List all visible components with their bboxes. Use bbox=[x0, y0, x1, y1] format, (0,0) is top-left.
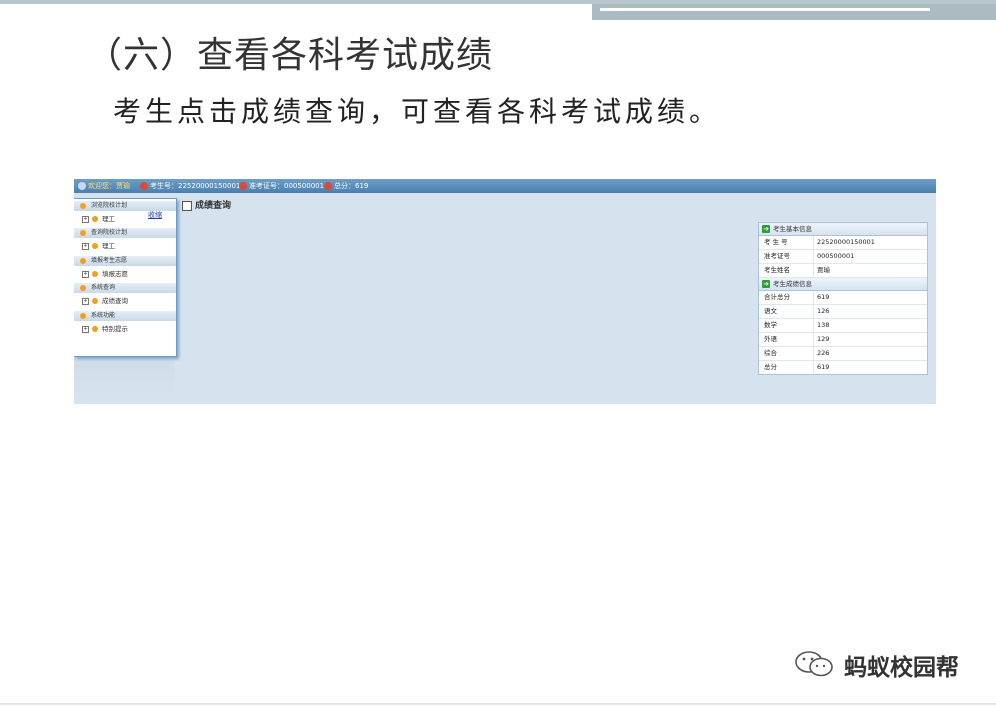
info-dot-icon bbox=[140, 182, 148, 190]
basic-info-title: 考生基本信息 bbox=[773, 225, 812, 233]
info-row: 考 生 号 22520000150001 bbox=[759, 236, 927, 250]
welcome-area: 欢迎您：贾瑜 bbox=[78, 179, 130, 193]
wechat-icon bbox=[795, 651, 833, 677]
sidebar-item-query-science[interactable]: + 理工 bbox=[74, 240, 176, 252]
arrow-right-icon: ➔ bbox=[762, 280, 770, 288]
score-info-panel: ➔ 考生基本信息 考 生 号 22520000150001 准考证号 00050000… bbox=[758, 222, 928, 375]
score-info-title: 考生成绩信息 bbox=[773, 280, 812, 288]
score-value: 138 bbox=[817, 321, 830, 329]
folder-icon bbox=[92, 298, 98, 304]
sidebar-group-label: 查询院校计划 bbox=[91, 229, 128, 236]
info-row: 准考证号 000500001 bbox=[759, 250, 927, 264]
score-value: 126 bbox=[817, 307, 830, 315]
score-value: 619 bbox=[817, 293, 830, 301]
sidebar-item-label: 填报志愿 bbox=[102, 270, 128, 278]
info-value: 22520000150001 bbox=[817, 238, 875, 246]
sidebar-group-label: 系统功能 bbox=[91, 312, 116, 319]
info-dot-icon bbox=[324, 182, 332, 190]
score-info-header: ➔ 考生成绩信息 bbox=[759, 278, 927, 291]
info-key: 准考证号 bbox=[764, 252, 790, 260]
total-score: 总分：619 bbox=[324, 179, 368, 193]
page-icon bbox=[182, 200, 192, 211]
sidebar-item-apply[interactable]: + 填报志愿 bbox=[74, 268, 176, 280]
bottom-divider bbox=[0, 703, 996, 705]
sidebar-item-label: 理工 bbox=[102, 215, 115, 223]
score-key: 总分 bbox=[764, 363, 777, 371]
score-row: 语文 126 bbox=[759, 305, 927, 319]
score-value: 226 bbox=[817, 349, 830, 357]
user-icon bbox=[78, 182, 86, 190]
welcome-name: 贾瑜 bbox=[116, 182, 130, 190]
top-decor-line bbox=[600, 8, 930, 11]
ticket-number: 准考证号：000500001 bbox=[239, 179, 324, 193]
sidebar-reflection bbox=[74, 357, 174, 397]
sidebar-item-notice[interactable]: + 特别提示 bbox=[74, 323, 176, 335]
page-heading: 成绩查询 bbox=[182, 198, 231, 211]
basic-info-header: ➔ 考生基本信息 bbox=[759, 223, 927, 236]
total-score-text: 总分：619 bbox=[334, 182, 369, 190]
folder-icon bbox=[92, 216, 98, 222]
folder-icon bbox=[92, 326, 98, 332]
score-row: 外语 129 bbox=[759, 333, 927, 347]
folder-icon bbox=[80, 313, 86, 319]
sidebar-item-label: 成绩查询 bbox=[102, 297, 128, 305]
info-value: 贾瑜 bbox=[817, 266, 830, 274]
page-heading-text: 成绩查询 bbox=[195, 201, 232, 211]
sidebar-group-label: 填报考生志愿 bbox=[91, 257, 128, 264]
score-key: 外语 bbox=[764, 335, 777, 343]
welcome-label: 欢迎您： bbox=[88, 182, 116, 190]
folder-icon bbox=[80, 230, 86, 236]
score-key: 语文 bbox=[764, 307, 777, 315]
info-dot-icon bbox=[239, 182, 247, 190]
app-header: 欢迎您：贾瑜 考生号：22520000150001 准考证号：000500001… bbox=[74, 179, 936, 193]
watermark-text: 蚂蚁校园帮 bbox=[844, 655, 959, 681]
sidebar-group-system-query[interactable]: 系统查询 bbox=[74, 283, 176, 293]
slide-title: （六）查看各科考试成绩 bbox=[86, 35, 494, 76]
sidebar-group-query[interactable]: 查询院校计划 bbox=[74, 228, 176, 238]
exam-number: 考生号：22520000150001 bbox=[140, 179, 240, 193]
sidebar-group-label: 浏览院校计划 bbox=[91, 202, 128, 209]
score-row: 综合 226 bbox=[759, 347, 927, 361]
sidebar-group-system-function[interactable]: 系统功能 bbox=[74, 311, 176, 321]
info-value: 000500001 bbox=[817, 252, 855, 260]
sidebar-group-label: 系统查询 bbox=[91, 284, 116, 291]
info-key: 考生姓名 bbox=[764, 266, 790, 274]
expand-icon: + bbox=[82, 298, 89, 305]
embedded-screenshot: 欢迎您：贾瑜 考生号：22520000150001 准考证号：000500001… bbox=[74, 179, 936, 404]
sidebar-item-label: 理工 bbox=[102, 242, 115, 250]
info-key: 考 生 号 bbox=[764, 238, 788, 246]
sidebar-group-apply[interactable]: 填报考生志愿 bbox=[74, 256, 176, 266]
sidebar-item-label: 特别提示 bbox=[102, 325, 128, 333]
arrow-right-icon: ➔ bbox=[762, 225, 770, 233]
score-value: 619 bbox=[817, 363, 830, 371]
expand-icon: + bbox=[82, 243, 89, 250]
expand-icon: + bbox=[82, 326, 89, 333]
score-key: 合计总分 bbox=[764, 293, 790, 301]
info-row: 考生姓名 贾瑜 bbox=[759, 264, 927, 278]
folder-icon bbox=[92, 243, 98, 249]
score-row: 合计总分 619 bbox=[759, 291, 927, 305]
expand-icon: + bbox=[82, 271, 89, 278]
sidebar-item-score-query[interactable]: + 成绩查询 bbox=[74, 295, 176, 307]
slide-subtitle: 考生点击成绩查询，可查看各科考试成绩。 bbox=[113, 95, 722, 128]
folder-icon bbox=[80, 258, 86, 264]
top-decor-block bbox=[592, 4, 996, 20]
folder-icon bbox=[80, 203, 86, 209]
score-value: 129 bbox=[817, 335, 830, 343]
score-row: 总分 619 bbox=[759, 361, 927, 374]
collapse-link[interactable]: 收缩 bbox=[148, 210, 162, 220]
score-key: 综合 bbox=[764, 349, 777, 357]
exam-number-text: 考生号：22520000150001 bbox=[150, 182, 241, 190]
ticket-number-text: 准考证号：000500001 bbox=[249, 182, 325, 190]
folder-icon bbox=[80, 285, 86, 291]
expand-icon: + bbox=[82, 216, 89, 223]
score-key: 数学 bbox=[764, 321, 777, 329]
folder-icon bbox=[92, 271, 98, 277]
score-row: 数学 138 bbox=[759, 319, 927, 333]
sidebar: 收缩 浏览院校计划 + 理工 查询院校计划 + 理工 填报考生志愿 + 填报志愿 系统… bbox=[74, 198, 177, 357]
